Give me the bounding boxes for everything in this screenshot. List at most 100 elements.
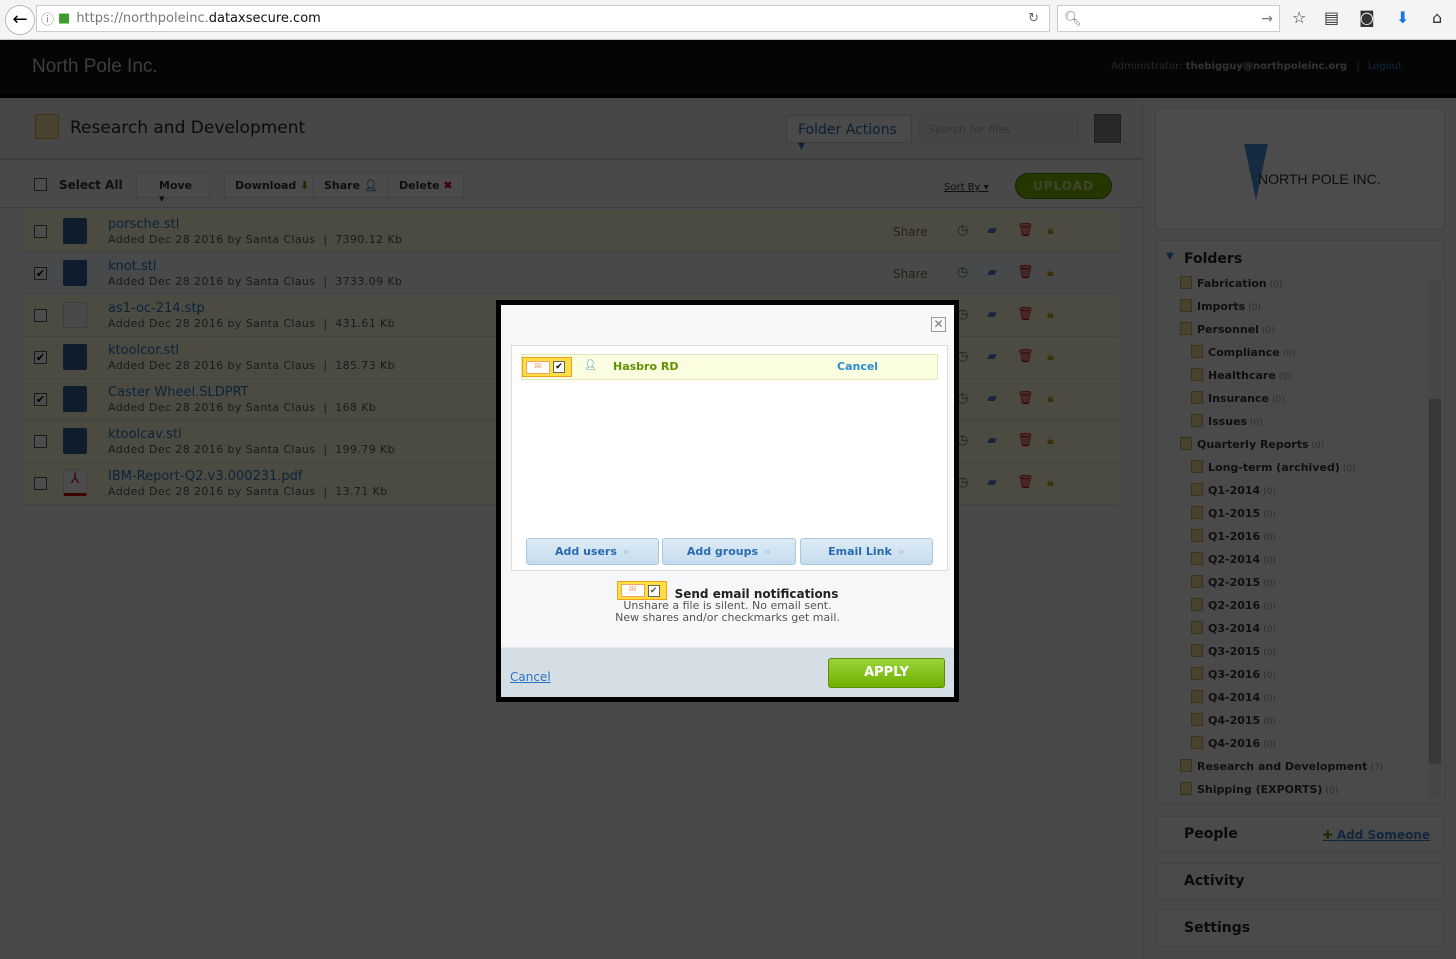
download-arrow-icon[interactable]: ⬇ <box>1396 8 1409 27</box>
lock-icon[interactable]: 🔒︎ <box>1047 349 1054 364</box>
folder-item[interactable]: Q2-2016 (0) <box>1156 597 1444 620</box>
file-name-link[interactable]: Caster Wheel.SLDPRT <box>108 385 249 400</box>
folder-item[interactable]: Long-term (archived) (0) <box>1156 459 1444 482</box>
file-name-link[interactable]: knot.stl <box>108 259 156 274</box>
notify-all-checkbox[interactable]: ✔ <box>647 584 660 597</box>
file-checkbox[interactable]: ✔ <box>34 393 47 406</box>
folder-item[interactable]: Q2-2014 (0) <box>1156 551 1444 574</box>
settings-panel[interactable]: Settings <box>1155 910 1445 947</box>
activity-panel[interactable]: Activity <box>1155 863 1445 900</box>
add-someone-link[interactable]: ✚ Add Someone <box>1323 828 1430 842</box>
download-button[interactable]: Download ⬇ <box>224 172 321 198</box>
notify-checkbox[interactable]: ✔ <box>553 361 565 373</box>
folders-header[interactable]: Folders <box>1156 241 1444 275</box>
sort-by-dropdown[interactable]: Sort By ▾ <box>944 182 989 193</box>
trash-icon[interactable]: 🗑︎ <box>1017 475 1034 490</box>
move-button[interactable]: Move ▾ <box>136 172 210 205</box>
file-checkbox[interactable] <box>34 477 47 490</box>
folder-item[interactable]: Healthcare (0) <box>1156 367 1444 390</box>
browser-search[interactable]: 🔍︎ → <box>1057 5 1280 32</box>
bookmark-star-icon[interactable]: ☆ <box>1292 8 1306 27</box>
file-checkbox[interactable] <box>34 225 47 238</box>
people-panel[interactable]: People ✚ Add Someone <box>1155 816 1445 853</box>
share-cancel-link[interactable]: Cancel <box>837 360 878 373</box>
folder-item[interactable]: Shipping (EXPORTS) (0) <box>1156 781 1444 804</box>
trash-icon[interactable]: 🗑︎ <box>1017 307 1034 322</box>
close-icon[interactable]: ✕ <box>931 317 946 332</box>
trash-icon[interactable]: 🗑︎ <box>1017 223 1034 238</box>
folder-item[interactable]: Q1-2014 (0) <box>1156 482 1444 505</box>
lock-icon[interactable]: 🔒︎ <box>1047 391 1054 406</box>
folder-item[interactable]: Q4-2016 (0) <box>1156 735 1444 758</box>
trash-icon[interactable]: 🗑︎ <box>1017 349 1034 364</box>
folder-item[interactable]: Research and Development (7) <box>1156 758 1444 781</box>
file-search-input[interactable]: Search for files <box>919 114 1079 142</box>
upload-button[interactable]: UPLOAD <box>1015 173 1112 199</box>
file-name-link[interactable]: as1-oc-214.stp <box>108 301 205 316</box>
file-name-link[interactable]: ktoolcor.stl <box>108 343 179 358</box>
folder-item[interactable]: Q4-2014 (0) <box>1156 689 1444 712</box>
folder-item[interactable]: Q3-2014 (0) <box>1156 620 1444 643</box>
address-bar[interactable]: ⓘ ■ https://northpoleinc. dataxsecure.com… <box>36 5 1050 32</box>
add-users-button[interactable]: Add users » <box>526 538 659 565</box>
logout-link[interactable]: Logout <box>1368 61 1402 72</box>
file-checkbox[interactable] <box>34 309 47 322</box>
comment-icon[interactable]: ▰ <box>987 433 997 448</box>
back-button[interactable]: ← <box>5 4 35 35</box>
history-clock-icon[interactable]: ◷ <box>957 265 968 280</box>
reading-list-icon[interactable]: ▤ <box>1324 8 1339 27</box>
file-name-link[interactable]: ktoolcav.stl <box>108 427 182 442</box>
trash-icon[interactable]: 🗑︎ <box>1017 265 1034 280</box>
folder-item[interactable]: Q3-2016 (0) <box>1156 666 1444 689</box>
lock-icon[interactable]: 🔒︎ <box>1047 223 1054 238</box>
trash-icon[interactable]: 🗑︎ <box>1017 391 1034 406</box>
comment-icon[interactable]: ▰ <box>987 223 997 238</box>
comment-icon[interactable]: ▰ <box>987 349 997 364</box>
row-share-link[interactable]: Share <box>893 267 928 281</box>
reload-icon[interactable]: ↻ <box>1028 11 1039 26</box>
comment-icon[interactable]: ▰ <box>987 265 997 280</box>
folder-item[interactable]: Quarterly Reports (0) <box>1156 436 1444 459</box>
share-button[interactable]: Share 👤︎ <box>313 172 389 198</box>
file-checkbox[interactable]: ✔ <box>34 351 47 364</box>
scrollbar-thumb[interactable] <box>1429 399 1441 764</box>
lock-icon[interactable]: 🔒︎ <box>1047 475 1054 490</box>
file-checkbox[interactable] <box>34 435 47 448</box>
file-name-link[interactable]: IBM-Report-Q2.v3.000231.pdf <box>108 469 303 484</box>
folder-item[interactable]: Fabrication (0) <box>1156 275 1444 298</box>
select-all-checkbox[interactable] <box>34 178 47 191</box>
folder-actions-button[interactable]: Folder Actions ▾ <box>786 115 912 154</box>
pocket-icon[interactable]: ◙ <box>1359 8 1375 27</box>
email-notify-master-toggle[interactable]: ✉ ✔ <box>616 581 667 600</box>
lock-icon[interactable]: 🔒︎ <box>1047 265 1054 280</box>
go-arrow-icon[interactable]: → <box>1261 11 1273 27</box>
folder-item[interactable]: Compliance (0) <box>1156 344 1444 367</box>
comment-icon[interactable]: ▰ <box>987 307 997 322</box>
folder-item[interactable]: Personnel (0) <box>1156 321 1444 344</box>
comment-icon[interactable]: ▰ <box>987 475 997 490</box>
history-clock-icon[interactable]: ◷ <box>957 223 968 238</box>
lock-icon[interactable]: 🔒︎ <box>1047 307 1054 322</box>
cancel-link[interactable]: Cancel <box>510 670 551 684</box>
trash-icon[interactable]: 🗑︎ <box>1017 433 1034 448</box>
folder-item[interactable]: Q2-2015 (0) <box>1156 574 1444 597</box>
folder-item[interactable]: Insurance (0) <box>1156 390 1444 413</box>
file-checkbox[interactable]: ✔ <box>34 267 47 280</box>
delete-button[interactable]: Delete ✖ <box>388 172 464 198</box>
folder-item[interactable]: Issues (0) <box>1156 413 1444 436</box>
lock-icon[interactable]: 🔒︎ <box>1047 433 1054 448</box>
add-groups-button[interactable]: Add groups » <box>662 538 796 565</box>
folder-item[interactable]: Q3-2015 (0) <box>1156 643 1444 666</box>
file-row[interactable]: porsche.stl Added Dec 28 2016 by Santa C… <box>23 211 1119 253</box>
home-icon[interactable]: ⌂ <box>1432 8 1442 27</box>
file-name-link[interactable]: porsche.stl <box>108 217 179 232</box>
comment-icon[interactable]: ▰ <box>987 391 997 406</box>
search-button[interactable] <box>1094 114 1121 143</box>
file-row[interactable]: ✔ knot.stl Added Dec 28 2016 by Santa Cl… <box>23 253 1119 295</box>
folder-item[interactable]: Q1-2015 (0) <box>1156 505 1444 528</box>
apply-button[interactable]: APPLY <box>828 658 945 688</box>
row-share-link[interactable]: Share <box>893 225 928 239</box>
folder-item[interactable]: Q1-2016 (0) <box>1156 528 1444 551</box>
email-link-button[interactable]: Email Link » <box>800 538 933 565</box>
folder-item[interactable]: Q4-2015 (0) <box>1156 712 1444 735</box>
